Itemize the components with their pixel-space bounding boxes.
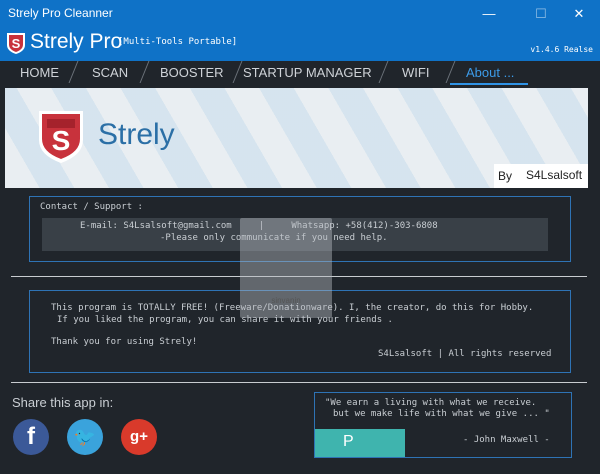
app-header: S Strely Pro [Multi-Tools Portable] v1.4… [0,27,600,61]
strely-shield-logo: S [39,111,83,163]
tab-about[interactable]: About ... [466,65,514,80]
svg-text:S: S [12,36,21,51]
tab-startup-manager[interactable]: STARTUP MANAGER [243,65,372,80]
app-subtitle: [Multi-Tools Portable] [118,37,238,47]
main-nav: HOME SCAN BOOSTER STARTUP MANAGER WIFI A… [0,61,600,86]
twitter-icon: 🐦 [73,427,97,447]
license-line-2: If you liked the program, you can share … [57,315,393,325]
about-banner: S Strely By S4Lsalsoft [5,88,588,188]
tab-booster[interactable]: BOOSTER [160,65,224,80]
quote-line-1: "We earn a living with what we receive. [325,398,537,408]
by-label: By [498,169,513,183]
twitter-share-button[interactable]: 🐦 [67,419,103,455]
share-title: Share this app in: [12,395,114,410]
nav-divider [139,61,150,83]
contact-label: Contact / Support : [40,202,143,212]
facebook-icon: f [27,423,35,450]
facebook-share-button[interactable]: f [13,419,49,455]
author-tag: By S4Lsalsoft [494,164,588,188]
window-title: Strely Pro Cleanner [8,6,113,20]
minimize-button[interactable]: — [466,0,512,27]
paypal-donate-button[interactable]: P [315,429,405,457]
nav-divider [68,61,79,83]
title-bar[interactable]: Strely Pro Cleanner — ☐ ✕ [0,0,600,27]
googleplus-icon: g+ [130,428,148,445]
app-name: Strely Pro [30,30,123,53]
version-label: v1.4.6 Realse [530,45,593,54]
quote-line-2: but we make life with what we give ... " [333,409,550,419]
googleplus-share-button[interactable]: g+ [121,419,157,455]
nav-divider [232,61,243,83]
active-tab-indicator [450,83,528,85]
tab-home[interactable]: HOME [20,65,59,80]
tab-scan[interactable]: SCAN [92,65,128,80]
quote-author: - John Maxwell - [463,435,550,445]
paypal-icon: P [343,433,354,450]
svg-text:S: S [52,125,71,156]
banner-brand: Strely [98,118,175,151]
close-button[interactable]: ✕ [556,0,600,27]
quote-box: "We earn a living with what we receive. … [314,392,572,458]
shield-logo-icon: S [7,33,25,54]
divider [11,382,587,383]
nav-divider [445,61,456,83]
author-name: S4Lsalsoft [526,168,583,182]
nav-divider [378,61,389,83]
license-signature: S4Lsalsoft | All rights reserved [378,349,552,359]
app-window: Strely Pro Cleanner — ☐ ✕ S Strely Pro [… [0,0,600,474]
watermark-text: sinvanin [271,296,301,305]
watermark-overlay: sinvanin [240,218,332,318]
tab-wifi[interactable]: WIFI [402,65,429,80]
license-line-3: Thank you for using Strely! [51,337,198,347]
